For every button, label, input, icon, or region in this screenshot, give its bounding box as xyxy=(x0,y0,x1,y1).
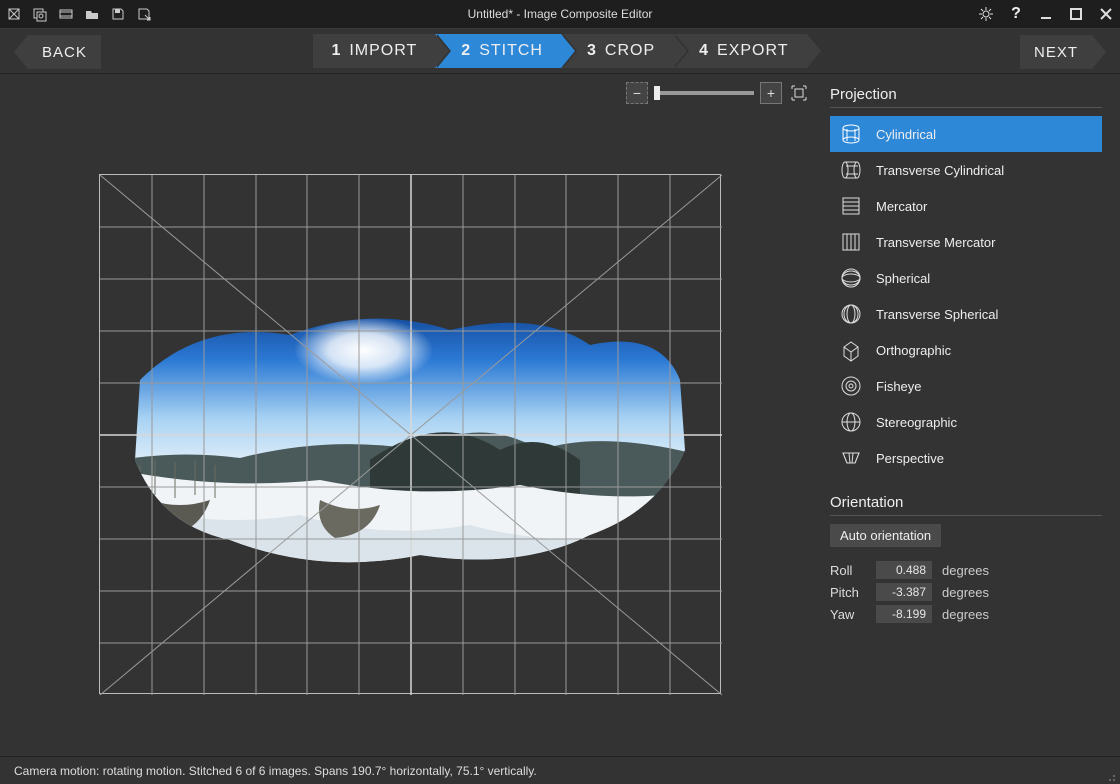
window-title: Untitled* - Image Composite Editor xyxy=(0,7,1120,21)
side-panel: Projection Cylindrical Transverse Cylind… xyxy=(820,74,1120,756)
projection-spherical[interactable]: Spherical xyxy=(830,260,1102,296)
help-icon[interactable]: ? xyxy=(1008,6,1024,22)
save-as-icon[interactable] xyxy=(136,6,152,22)
next-button[interactable]: NEXT xyxy=(1020,35,1106,69)
pitch-input[interactable]: -3.387 xyxy=(876,583,932,601)
canvas-area: − + xyxy=(0,74,820,756)
stereographic-icon xyxy=(840,411,862,433)
projection-label: Spherical xyxy=(876,271,930,286)
steps: 1 IMPORT 2 STITCH 3 CROP 4 EXPORT xyxy=(313,34,806,68)
step-num: 4 xyxy=(699,42,709,60)
projection-label: Stereographic xyxy=(876,415,957,430)
step-label: STITCH xyxy=(479,42,543,60)
resize-grip-icon[interactable] xyxy=(1104,770,1116,782)
projection-label: Transverse Mercator xyxy=(876,235,995,250)
titlebar-left xyxy=(6,6,152,22)
yaw-unit: degrees xyxy=(942,607,989,622)
open-icon[interactable] xyxy=(84,6,100,22)
titlebar: Untitled* - Image Composite Editor ? xyxy=(0,0,1120,28)
step-num: 2 xyxy=(461,42,471,60)
step-import[interactable]: 1 IMPORT xyxy=(313,34,435,68)
cylindrical-icon xyxy=(840,123,862,145)
transverse-spherical-icon xyxy=(840,303,862,325)
stepbar: BACK 1 IMPORT 2 STITCH 3 CROP 4 EXPORT N… xyxy=(0,28,1120,74)
minimize-icon[interactable] xyxy=(1038,6,1054,22)
step-crop[interactable]: 3 CROP xyxy=(561,34,673,68)
new-from-images-icon[interactable] xyxy=(32,6,48,22)
projection-perspective[interactable]: Perspective xyxy=(830,440,1102,476)
orientation-section: Orientation Auto orientation Roll 0.488 … xyxy=(830,494,1102,623)
back-label: BACK xyxy=(28,35,101,69)
zoom-in-icon[interactable]: + xyxy=(760,82,782,104)
orientation-yaw-row: Yaw -8.199 degrees xyxy=(830,605,1102,623)
projection-list: Cylindrical Transverse Cylindrical Merca… xyxy=(830,116,1102,476)
next-label: NEXT xyxy=(1020,35,1092,69)
maximize-icon[interactable] xyxy=(1068,6,1084,22)
step-num: 1 xyxy=(331,42,341,60)
step-label: EXPORT xyxy=(717,42,789,60)
zoom-fit-icon[interactable] xyxy=(788,82,810,104)
orientation-title: Orientation xyxy=(830,494,1102,516)
projection-label: Transverse Spherical xyxy=(876,307,998,322)
back-button[interactable]: BACK xyxy=(14,35,101,69)
projection-fisheye[interactable]: Fisheye xyxy=(830,368,1102,404)
pitch-label: Pitch xyxy=(830,585,866,600)
canvas-stage[interactable] xyxy=(0,112,820,756)
step-label: IMPORT xyxy=(349,42,417,60)
orthographic-icon xyxy=(840,339,862,361)
yaw-label: Yaw xyxy=(830,607,866,622)
fisheye-icon xyxy=(840,375,862,397)
orientation-roll-row: Roll 0.488 degrees xyxy=(830,561,1102,579)
projection-cylindrical[interactable]: Cylindrical xyxy=(830,116,1102,152)
spherical-icon xyxy=(840,267,862,289)
status-text: Camera motion: rotating motion. Stitched… xyxy=(14,764,537,778)
transverse-mercator-icon xyxy=(840,231,862,253)
projection-label: Perspective xyxy=(876,451,944,466)
projection-transverse-mercator[interactable]: Transverse Mercator xyxy=(830,224,1102,260)
projection-title: Projection xyxy=(830,86,1102,108)
projection-label: Transverse Cylindrical xyxy=(876,163,1004,178)
zoom-slider-thumb[interactable] xyxy=(654,86,660,100)
projection-label: Orthographic xyxy=(876,343,951,358)
gear-icon[interactable] xyxy=(978,6,994,22)
new-from-video-icon[interactable] xyxy=(58,6,74,22)
pitch-unit: degrees xyxy=(942,585,989,600)
roll-label: Roll xyxy=(830,563,866,578)
step-label: CROP xyxy=(605,42,655,60)
auto-orientation-button[interactable]: Auto orientation xyxy=(830,524,941,547)
save-icon[interactable] xyxy=(110,6,126,22)
main: − + xyxy=(0,74,1120,756)
status-bar: Camera motion: rotating motion. Stitched… xyxy=(0,756,1120,784)
roll-input[interactable]: 0.488 xyxy=(876,561,932,579)
roll-unit: degrees xyxy=(942,563,989,578)
orientation-pitch-row: Pitch -3.387 degrees xyxy=(830,583,1102,601)
projection-label: Fisheye xyxy=(876,379,922,394)
canvas-toolbar: − + xyxy=(0,74,820,112)
yaw-input[interactable]: -8.199 xyxy=(876,605,932,623)
zoom-slider[interactable] xyxy=(654,91,754,95)
transverse-cylindrical-icon xyxy=(840,159,862,181)
new-project-icon[interactable] xyxy=(6,6,22,22)
close-icon[interactable] xyxy=(1098,6,1114,22)
projection-label: Mercator xyxy=(876,199,927,214)
zoom-controls: − + xyxy=(626,82,810,104)
zoom-out-icon[interactable]: − xyxy=(626,82,648,104)
projection-label: Cylindrical xyxy=(876,127,936,142)
step-export[interactable]: 4 EXPORT xyxy=(673,34,806,68)
perspective-icon xyxy=(840,447,862,469)
projection-mercator[interactable]: Mercator xyxy=(830,188,1102,224)
projection-transverse-cylindrical[interactable]: Transverse Cylindrical xyxy=(830,152,1102,188)
step-stitch[interactable]: 2 STITCH xyxy=(435,34,561,68)
titlebar-right: ? xyxy=(978,6,1114,22)
step-num: 3 xyxy=(587,42,597,60)
app-window: Untitled* - Image Composite Editor ? BAC… xyxy=(0,0,1120,784)
projection-grid[interactable] xyxy=(99,174,721,694)
projection-orthographic[interactable]: Orthographic xyxy=(830,332,1102,368)
mercator-icon xyxy=(840,195,862,217)
projection-stereographic[interactable]: Stereographic xyxy=(830,404,1102,440)
projection-transverse-spherical[interactable]: Transverse Spherical xyxy=(830,296,1102,332)
